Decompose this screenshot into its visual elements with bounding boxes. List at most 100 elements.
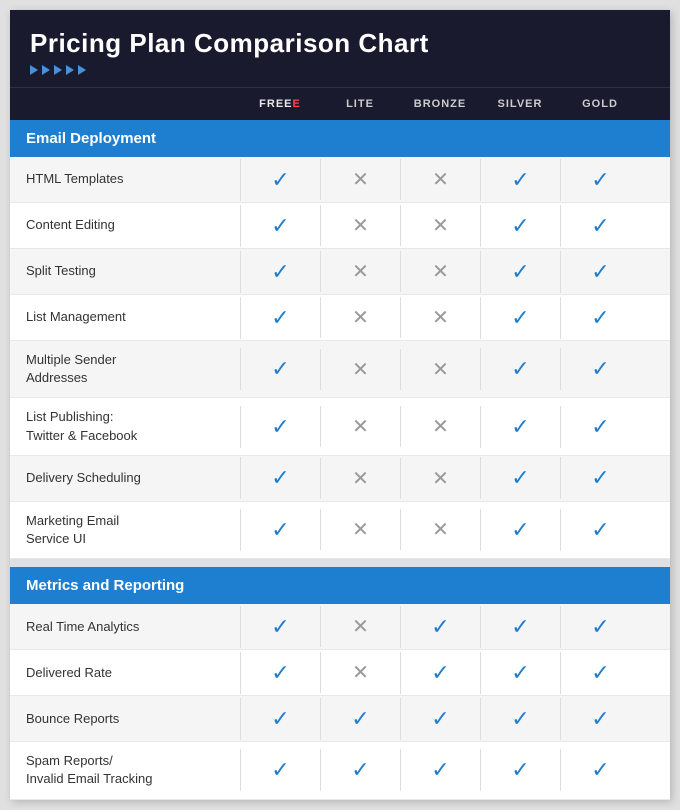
feature-cell: ✓	[480, 159, 560, 201]
feature-cell: ✓	[320, 749, 400, 791]
table-row: Delivery Scheduling ✓ ✕ ✕ ✓ ✓	[10, 456, 670, 502]
feature-cell: ✓	[400, 749, 480, 791]
feature-cell: ✓	[480, 509, 560, 551]
feature-name: Real Time Analytics	[10, 608, 240, 646]
feature-cell: ✓	[320, 698, 400, 740]
arrow-icon-2	[42, 65, 50, 75]
feature-name: Delivered Rate	[10, 654, 240, 692]
feature-cell: ✓	[480, 749, 560, 791]
feature-cell: ✕	[320, 509, 400, 550]
feature-cell: ✓	[400, 652, 480, 694]
feature-name: Delivery Scheduling	[10, 459, 240, 497]
feature-cell: ✓	[240, 406, 320, 448]
feature-cell: ✓	[240, 205, 320, 247]
table-row: Bounce Reports ✓ ✓ ✓ ✓ ✓	[10, 696, 670, 742]
feature-name: Bounce Reports	[10, 700, 240, 738]
feature-cell: ✓	[560, 205, 640, 247]
table-row: List Management ✓ ✕ ✕ ✓ ✓	[10, 295, 670, 341]
feature-cell: ✓	[240, 749, 320, 791]
feature-cell: ✕	[320, 349, 400, 390]
col-header-gold: GOLD	[560, 88, 640, 120]
feature-name: Content Editing	[10, 206, 240, 244]
feature-cell: ✓	[480, 297, 560, 339]
table-row: Split Testing ✓ ✕ ✕ ✓ ✓	[10, 249, 670, 295]
feature-cell: ✕	[320, 251, 400, 292]
feature-cell: ✓	[480, 606, 560, 648]
table-row: Content Editing ✓ ✕ ✕ ✓ ✓	[10, 203, 670, 249]
feature-cell: ✓	[560, 509, 640, 551]
feature-cell: ✕	[320, 458, 400, 499]
feature-cell: ✓	[480, 205, 560, 247]
feature-cell: ✓	[560, 457, 640, 499]
table-row: HTML Templates ✓ ✕ ✕ ✓ ✓	[10, 157, 670, 203]
arrow-icon-3	[54, 65, 62, 75]
feature-cell: ✕	[400, 297, 480, 338]
feature-cell: ✕	[320, 297, 400, 338]
feature-cell: ✓	[560, 251, 640, 293]
feature-cell: ✕	[320, 652, 400, 693]
arrow-icon-1	[30, 65, 38, 75]
feature-cell: ✓	[400, 698, 480, 740]
col-header-free: FREEE	[240, 88, 320, 120]
feature-cell: ✕	[400, 205, 480, 246]
feature-cell: ✓	[560, 652, 640, 694]
feature-name: List Management	[10, 298, 240, 336]
feature-cell: ✓	[480, 348, 560, 390]
chart-header: Pricing Plan Comparison Chart	[10, 10, 670, 87]
feature-name: Marketing EmailService UI	[10, 502, 240, 558]
feature-cell: ✓	[240, 509, 320, 551]
feature-cell: ✕	[400, 251, 480, 292]
feature-cell: ✕	[320, 606, 400, 647]
feature-name: Spam Reports/Invalid Email Tracking	[10, 742, 240, 798]
table-row: Spam Reports/Invalid Email Tracking ✓ ✓ …	[10, 742, 670, 799]
feature-cell: ✓	[560, 606, 640, 648]
feature-name: List Publishing:Twitter & Facebook	[10, 398, 240, 454]
table-row: Delivered Rate ✓ ✕ ✓ ✓ ✓	[10, 650, 670, 696]
feature-cell: ✓	[240, 159, 320, 201]
feature-cell: ✓	[560, 159, 640, 201]
feature-cell: ✓	[480, 406, 560, 448]
section-metrics-features: Real Time Analytics ✓ ✕ ✓ ✓ ✓ Delivered …	[10, 604, 670, 799]
feature-cell: ✓	[240, 251, 320, 293]
navigation-arrows	[30, 65, 650, 75]
feature-cell: ✓	[560, 698, 640, 740]
feature-cell: ✕	[320, 205, 400, 246]
feature-cell: ✓	[240, 652, 320, 694]
arrow-icon-5	[78, 65, 86, 75]
feature-cell: ✕	[400, 458, 480, 499]
col-header-feature	[10, 88, 240, 120]
section-metrics-reporting: Metrics and Reporting	[10, 567, 670, 604]
feature-cell: ✓	[480, 698, 560, 740]
table-row: Marketing EmailService UI ✓ ✕ ✕ ✓ ✓	[10, 502, 670, 559]
chart-title: Pricing Plan Comparison Chart	[30, 28, 650, 59]
col-header-lite: LITE	[320, 88, 400, 120]
feature-cell: ✓	[560, 749, 640, 791]
feature-name: Split Testing	[10, 252, 240, 290]
table-row: Multiple SenderAddresses ✓ ✕ ✕ ✓ ✓	[10, 341, 670, 398]
pricing-chart-card: Pricing Plan Comparison Chart FREEE LITE…	[10, 10, 670, 800]
feature-cell: ✕	[400, 159, 480, 200]
feature-cell: ✕	[320, 406, 400, 447]
feature-name: HTML Templates	[10, 160, 240, 198]
feature-cell: ✓	[480, 251, 560, 293]
feature-cell: ✕	[400, 349, 480, 390]
table-row: Real Time Analytics ✓ ✕ ✓ ✓ ✓	[10, 604, 670, 650]
column-headers: FREEE LITE BRONZE SILVER GOLD	[10, 87, 670, 120]
feature-cell: ✓	[400, 606, 480, 648]
section-spacer	[10, 559, 670, 567]
feature-cell: ✕	[400, 509, 480, 550]
feature-cell: ✓	[480, 457, 560, 499]
feature-cell: ✓	[240, 348, 320, 390]
col-header-silver: SILVER	[480, 88, 560, 120]
arrow-icon-4	[66, 65, 74, 75]
feature-cell: ✓	[560, 406, 640, 448]
feature-cell: ✓	[240, 297, 320, 339]
feature-cell: ✓	[240, 606, 320, 648]
feature-cell: ✕	[320, 159, 400, 200]
feature-cell: ✓	[240, 457, 320, 499]
section-email-features: HTML Templates ✓ ✕ ✕ ✓ ✓ Content Editing…	[10, 157, 670, 559]
feature-cell: ✕	[400, 406, 480, 447]
feature-cell: ✓	[560, 348, 640, 390]
feature-name: Multiple SenderAddresses	[10, 341, 240, 397]
feature-cell: ✓	[480, 652, 560, 694]
